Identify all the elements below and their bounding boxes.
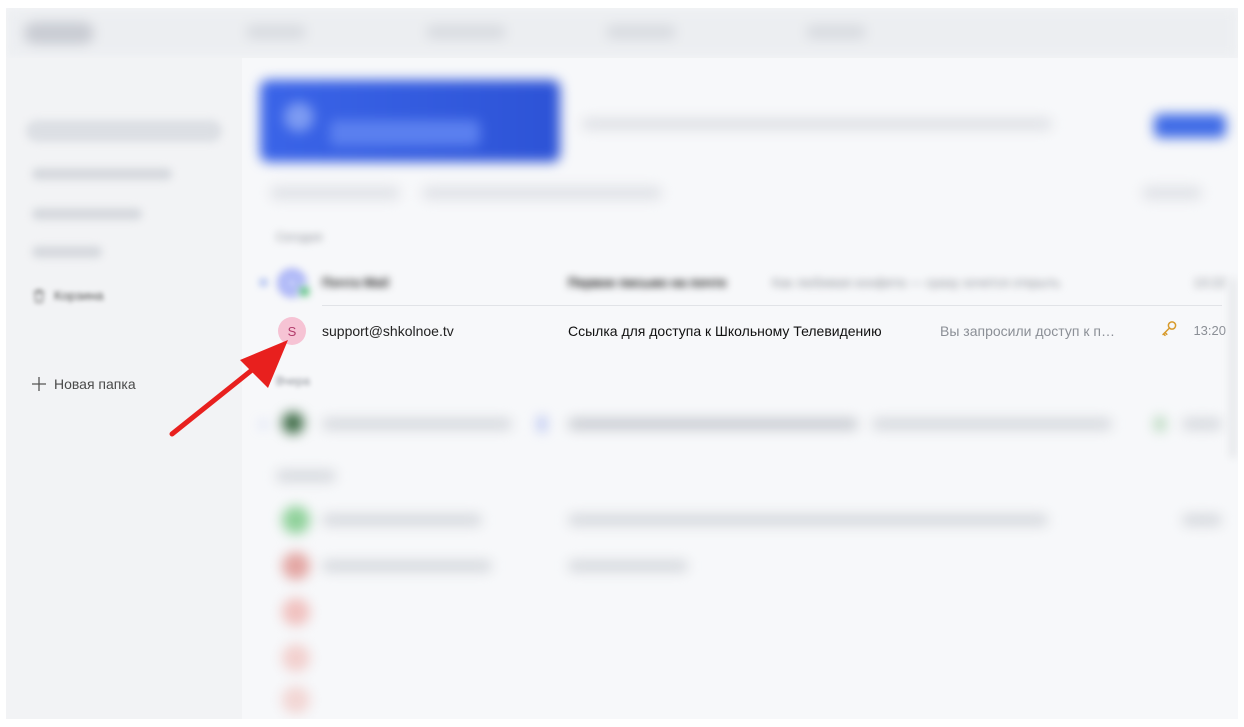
group-label-today: Сегодня bbox=[276, 230, 322, 244]
top-tab[interactable] bbox=[606, 25, 676, 39]
email-preview: Вы запросили доступ к п… bbox=[940, 323, 1115, 339]
email-row[interactable] bbox=[242, 404, 1238, 444]
sender-avatar bbox=[282, 644, 310, 672]
email-preview bbox=[872, 418, 1112, 430]
email-time: 13:20 bbox=[1193, 323, 1226, 338]
promo-banner[interactable] bbox=[260, 80, 560, 162]
email-sender: support@shkolnoe.tv bbox=[322, 323, 454, 339]
plus-icon bbox=[32, 376, 46, 392]
app-logo[interactable] bbox=[24, 22, 94, 44]
email-row[interactable] bbox=[242, 680, 1238, 719]
email-flag bbox=[1154, 416, 1166, 432]
email-time bbox=[1182, 418, 1222, 430]
sender-avatar bbox=[282, 552, 310, 580]
group-label bbox=[276, 470, 336, 482]
sender-avatar bbox=[282, 598, 310, 626]
trash-icon bbox=[32, 289, 46, 303]
sidebar-item-spam[interactable] bbox=[32, 246, 102, 258]
sidebar-item-trash[interactable]: Корзина bbox=[32, 288, 104, 303]
email-preview: Как любимая конфета — сразу хочется откр… bbox=[772, 275, 1061, 290]
toolbar-filter[interactable] bbox=[1142, 186, 1202, 200]
top-tab[interactable] bbox=[426, 25, 506, 39]
mail-app-window: Корзина Новая папка Сегодня Почта Mail П… bbox=[6, 8, 1238, 719]
top-tab[interactable] bbox=[246, 25, 306, 39]
email-sender: Почта Mail bbox=[322, 275, 389, 290]
sidebar-item-inbox[interactable] bbox=[32, 168, 172, 180]
key-icon bbox=[1160, 320, 1178, 343]
email-row[interactable] bbox=[242, 592, 1238, 632]
email-sender bbox=[322, 560, 492, 572]
email-row[interactable] bbox=[242, 638, 1238, 678]
email-sender bbox=[322, 514, 482, 526]
sender-avatar bbox=[282, 686, 310, 714]
unread-indicator[interactable] bbox=[261, 280, 266, 285]
top-bar bbox=[6, 8, 1238, 58]
verified-badge-icon bbox=[298, 285, 311, 298]
new-folder-button[interactable]: Новая папка bbox=[32, 376, 136, 392]
row-divider bbox=[322, 305, 1222, 306]
email-subject bbox=[568, 514, 1048, 526]
email-subject bbox=[568, 418, 858, 430]
scrollbar[interactable] bbox=[1230, 278, 1236, 458]
toolbar-action[interactable] bbox=[422, 186, 662, 200]
email-time bbox=[1182, 514, 1222, 526]
compose-button[interactable] bbox=[26, 120, 222, 142]
sidebar-item-label: Корзина bbox=[54, 288, 104, 303]
email-time: 13:22 bbox=[1193, 275, 1226, 290]
sender-avatar bbox=[282, 506, 310, 534]
email-row[interactable] bbox=[242, 546, 1238, 586]
email-sender bbox=[322, 418, 512, 430]
red-arrow-annotation bbox=[169, 340, 288, 437]
email-row-shkolnoe[interactable]: S support@shkolnoe.tv Ссылка для доступа… bbox=[242, 310, 1238, 350]
promo-action-button[interactable] bbox=[1154, 114, 1226, 138]
toolbar-action[interactable] bbox=[270, 186, 400, 200]
email-tag bbox=[538, 416, 546, 432]
new-folder-label: Новая папка bbox=[54, 376, 136, 392]
email-row[interactable]: Почта Mail Первое письмо на почте Как лю… bbox=[242, 262, 1238, 302]
email-row[interactable] bbox=[242, 500, 1238, 540]
promo-text bbox=[582, 118, 1052, 130]
email-subject bbox=[568, 560, 688, 572]
email-subject: Ссылка для доступа к Школьному Телевиден… bbox=[568, 323, 882, 339]
email-subject: Первое письмо на почте bbox=[568, 275, 727, 290]
top-tab[interactable] bbox=[806, 25, 866, 39]
message-list-area: Сегодня Почта Mail Первое письмо на почт… bbox=[242, 58, 1238, 719]
sidebar-item-sent[interactable] bbox=[32, 208, 142, 220]
